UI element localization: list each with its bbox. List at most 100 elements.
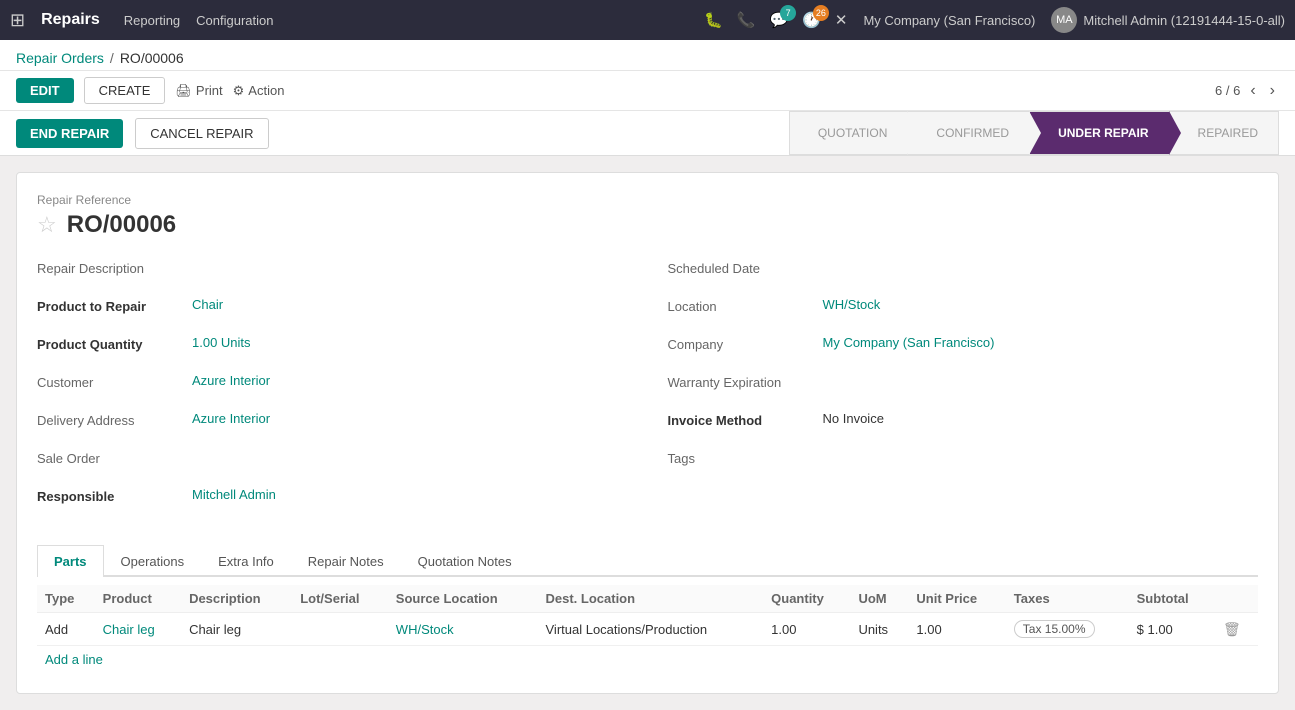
end-repair-button[interactable]: END REPAIR [16, 119, 123, 148]
delete-row-icon[interactable]: 🗑 [1223, 621, 1241, 637]
breadcrumb-current: RO/00006 [120, 50, 184, 66]
tab-repair-notes[interactable]: Repair Notes [291, 545, 401, 577]
add-line-row: Add a line [37, 646, 1258, 673]
cell-quantity: 1.00 [763, 613, 850, 646]
field-warranty-expiration: Warranty Expiration [668, 373, 1259, 401]
app-name: Repairs [41, 11, 100, 29]
status-step-confirmed[interactable]: CONFIRMED [907, 111, 1030, 155]
repair-ref-title: ☆ RO/00006 [37, 211, 1258, 239]
edit-button[interactable]: EDIT [16, 78, 74, 103]
cell-product[interactable]: Chair leg [95, 613, 181, 646]
field-delivery-address: Delivery Address Azure Interior [37, 411, 628, 439]
cell-dest-location: Virtual Locations/Production [538, 613, 764, 646]
chat-icon[interactable]: 💬 7 [769, 11, 788, 29]
cell-subtotal: $ 1.00 [1129, 613, 1215, 646]
print-button[interactable]: 🖨 Print [175, 83, 222, 99]
main-content: Repair Reference ☆ RO/00006 Repair Descr… [0, 156, 1295, 710]
create-button[interactable]: CREATE [84, 77, 166, 104]
next-button[interactable]: › [1266, 82, 1279, 100]
field-product-quantity: Product Quantity 1.00 Units [37, 335, 628, 363]
status-step-quotation[interactable]: QUOTATION [789, 111, 909, 155]
cancel-repair-button[interactable]: CANCEL REPAIR [135, 118, 268, 149]
status-steps: QUOTATION CONFIRMED UNDER REPAIR REPAIRE… [790, 111, 1279, 155]
action-label: Action [248, 83, 284, 98]
form-grid: Repair Description Product to Repair Cha… [37, 259, 1258, 525]
value-responsible[interactable]: Mitchell Admin [192, 487, 276, 502]
value-invoice-method: No Invoice [823, 411, 884, 426]
value-product-quantity[interactable]: 1.00 Units [192, 335, 251, 350]
status-bar: END REPAIR CANCEL REPAIR QUOTATION CONFI… [0, 111, 1295, 156]
nav-reporting[interactable]: Reporting [124, 13, 180, 28]
col-source-location: Source Location [388, 585, 538, 613]
col-unit-price: Unit Price [908, 585, 1005, 613]
tax-badge[interactable]: Tax 15.00% [1014, 620, 1095, 638]
gear-icon: ⚙ [233, 83, 245, 99]
company-selector[interactable]: My Company (San Francisco) [863, 13, 1035, 28]
phone-icon[interactable]: 📞 [737, 11, 756, 29]
tab-operations[interactable]: Operations [104, 545, 202, 577]
label-tags: Tags [668, 449, 823, 466]
field-sale-order: Sale Order [37, 449, 628, 477]
print-label: Print [196, 83, 223, 98]
value-customer[interactable]: Azure Interior [192, 373, 270, 388]
value-company[interactable]: My Company (San Francisco) [823, 335, 995, 350]
col-uom: UoM [850, 585, 908, 613]
prev-button[interactable]: ‹ [1246, 82, 1259, 100]
breadcrumb-separator: / [110, 50, 114, 66]
status-step-repaired[interactable]: REPAIRED [1169, 111, 1279, 155]
value-product-to-repair[interactable]: Chair [192, 297, 223, 312]
col-type: Type [37, 585, 95, 613]
field-repair-description: Repair Description [37, 259, 628, 287]
label-customer: Customer [37, 373, 192, 390]
chat-badge: 7 [780, 5, 796, 21]
user-menu[interactable]: MA Mitchell Admin (12191444-15-0-all) [1051, 7, 1285, 33]
cell-taxes: Tax 15.00% [1006, 613, 1129, 646]
col-taxes: Taxes [1006, 585, 1129, 613]
nav-configuration[interactable]: Configuration [196, 13, 273, 28]
clock-icon[interactable]: 🕐 26 [802, 11, 821, 29]
field-scheduled-date: Scheduled Date [668, 259, 1259, 287]
bug-icon[interactable]: 🐛 [704, 11, 723, 29]
tab-parts[interactable]: Parts [37, 545, 104, 577]
field-company: Company My Company (San Francisco) [668, 335, 1259, 363]
form-left-section: Repair Description Product to Repair Cha… [37, 259, 628, 525]
repair-ref-label: Repair Reference [37, 193, 1258, 207]
user-name: Mitchell Admin (12191444-15-0-all) [1083, 13, 1285, 28]
cell-source-location[interactable]: WH/Stock [388, 613, 538, 646]
label-product-quantity: Product Quantity [37, 335, 192, 352]
action-button[interactable]: ⚙ Action [233, 83, 285, 99]
wrench-icon[interactable]: ✕ [835, 11, 848, 29]
breadcrumb-parent[interactable]: Repair Orders [16, 50, 104, 66]
value-delivery-address[interactable]: Azure Interior [192, 411, 270, 426]
field-location: Location WH/Stock [668, 297, 1259, 325]
label-warranty-expiration: Warranty Expiration [668, 373, 823, 390]
label-repair-description: Repair Description [37, 259, 192, 276]
field-customer: Customer Azure Interior [37, 373, 628, 401]
add-line-button[interactable]: Add a line [37, 646, 111, 673]
repair-ref-id: RO/00006 [67, 211, 176, 239]
label-location: Location [668, 297, 823, 314]
app-grid-icon[interactable]: ⊞ [10, 10, 25, 31]
label-invoice-method: Invoice Method [668, 411, 823, 428]
value-location[interactable]: WH/Stock [823, 297, 881, 312]
label-product-to-repair: Product to Repair [37, 297, 192, 314]
cell-description: Chair leg [181, 613, 292, 646]
tab-extra-info[interactable]: Extra Info [201, 545, 291, 577]
favorite-star-icon[interactable]: ☆ [37, 212, 57, 238]
form-card: Repair Reference ☆ RO/00006 Repair Descr… [16, 172, 1279, 694]
field-tags: Tags [668, 449, 1259, 477]
topbar-icons: 🐛 📞 💬 7 🕐 26 ✕ [704, 11, 847, 29]
field-product-to-repair: Product to Repair Chair [37, 297, 628, 325]
pagination-text: 6 / 6 [1215, 83, 1240, 98]
pagination: 6 / 6 ‹ › [1215, 82, 1279, 100]
field-invoice-method: Invoice Method No Invoice [668, 411, 1259, 439]
avatar: MA [1051, 7, 1077, 33]
breadcrumb: Repair Orders / RO/00006 [0, 40, 1295, 71]
tab-quotation-notes[interactable]: Quotation Notes [401, 545, 529, 577]
col-subtotal: Subtotal [1129, 585, 1215, 613]
label-scheduled-date: Scheduled Date [668, 259, 823, 276]
col-product: Product [95, 585, 181, 613]
status-step-under-repair[interactable]: UNDER REPAIR [1029, 111, 1169, 155]
col-lot-serial: Lot/Serial [292, 585, 388, 613]
cell-unit-price: 1.00 [908, 613, 1005, 646]
